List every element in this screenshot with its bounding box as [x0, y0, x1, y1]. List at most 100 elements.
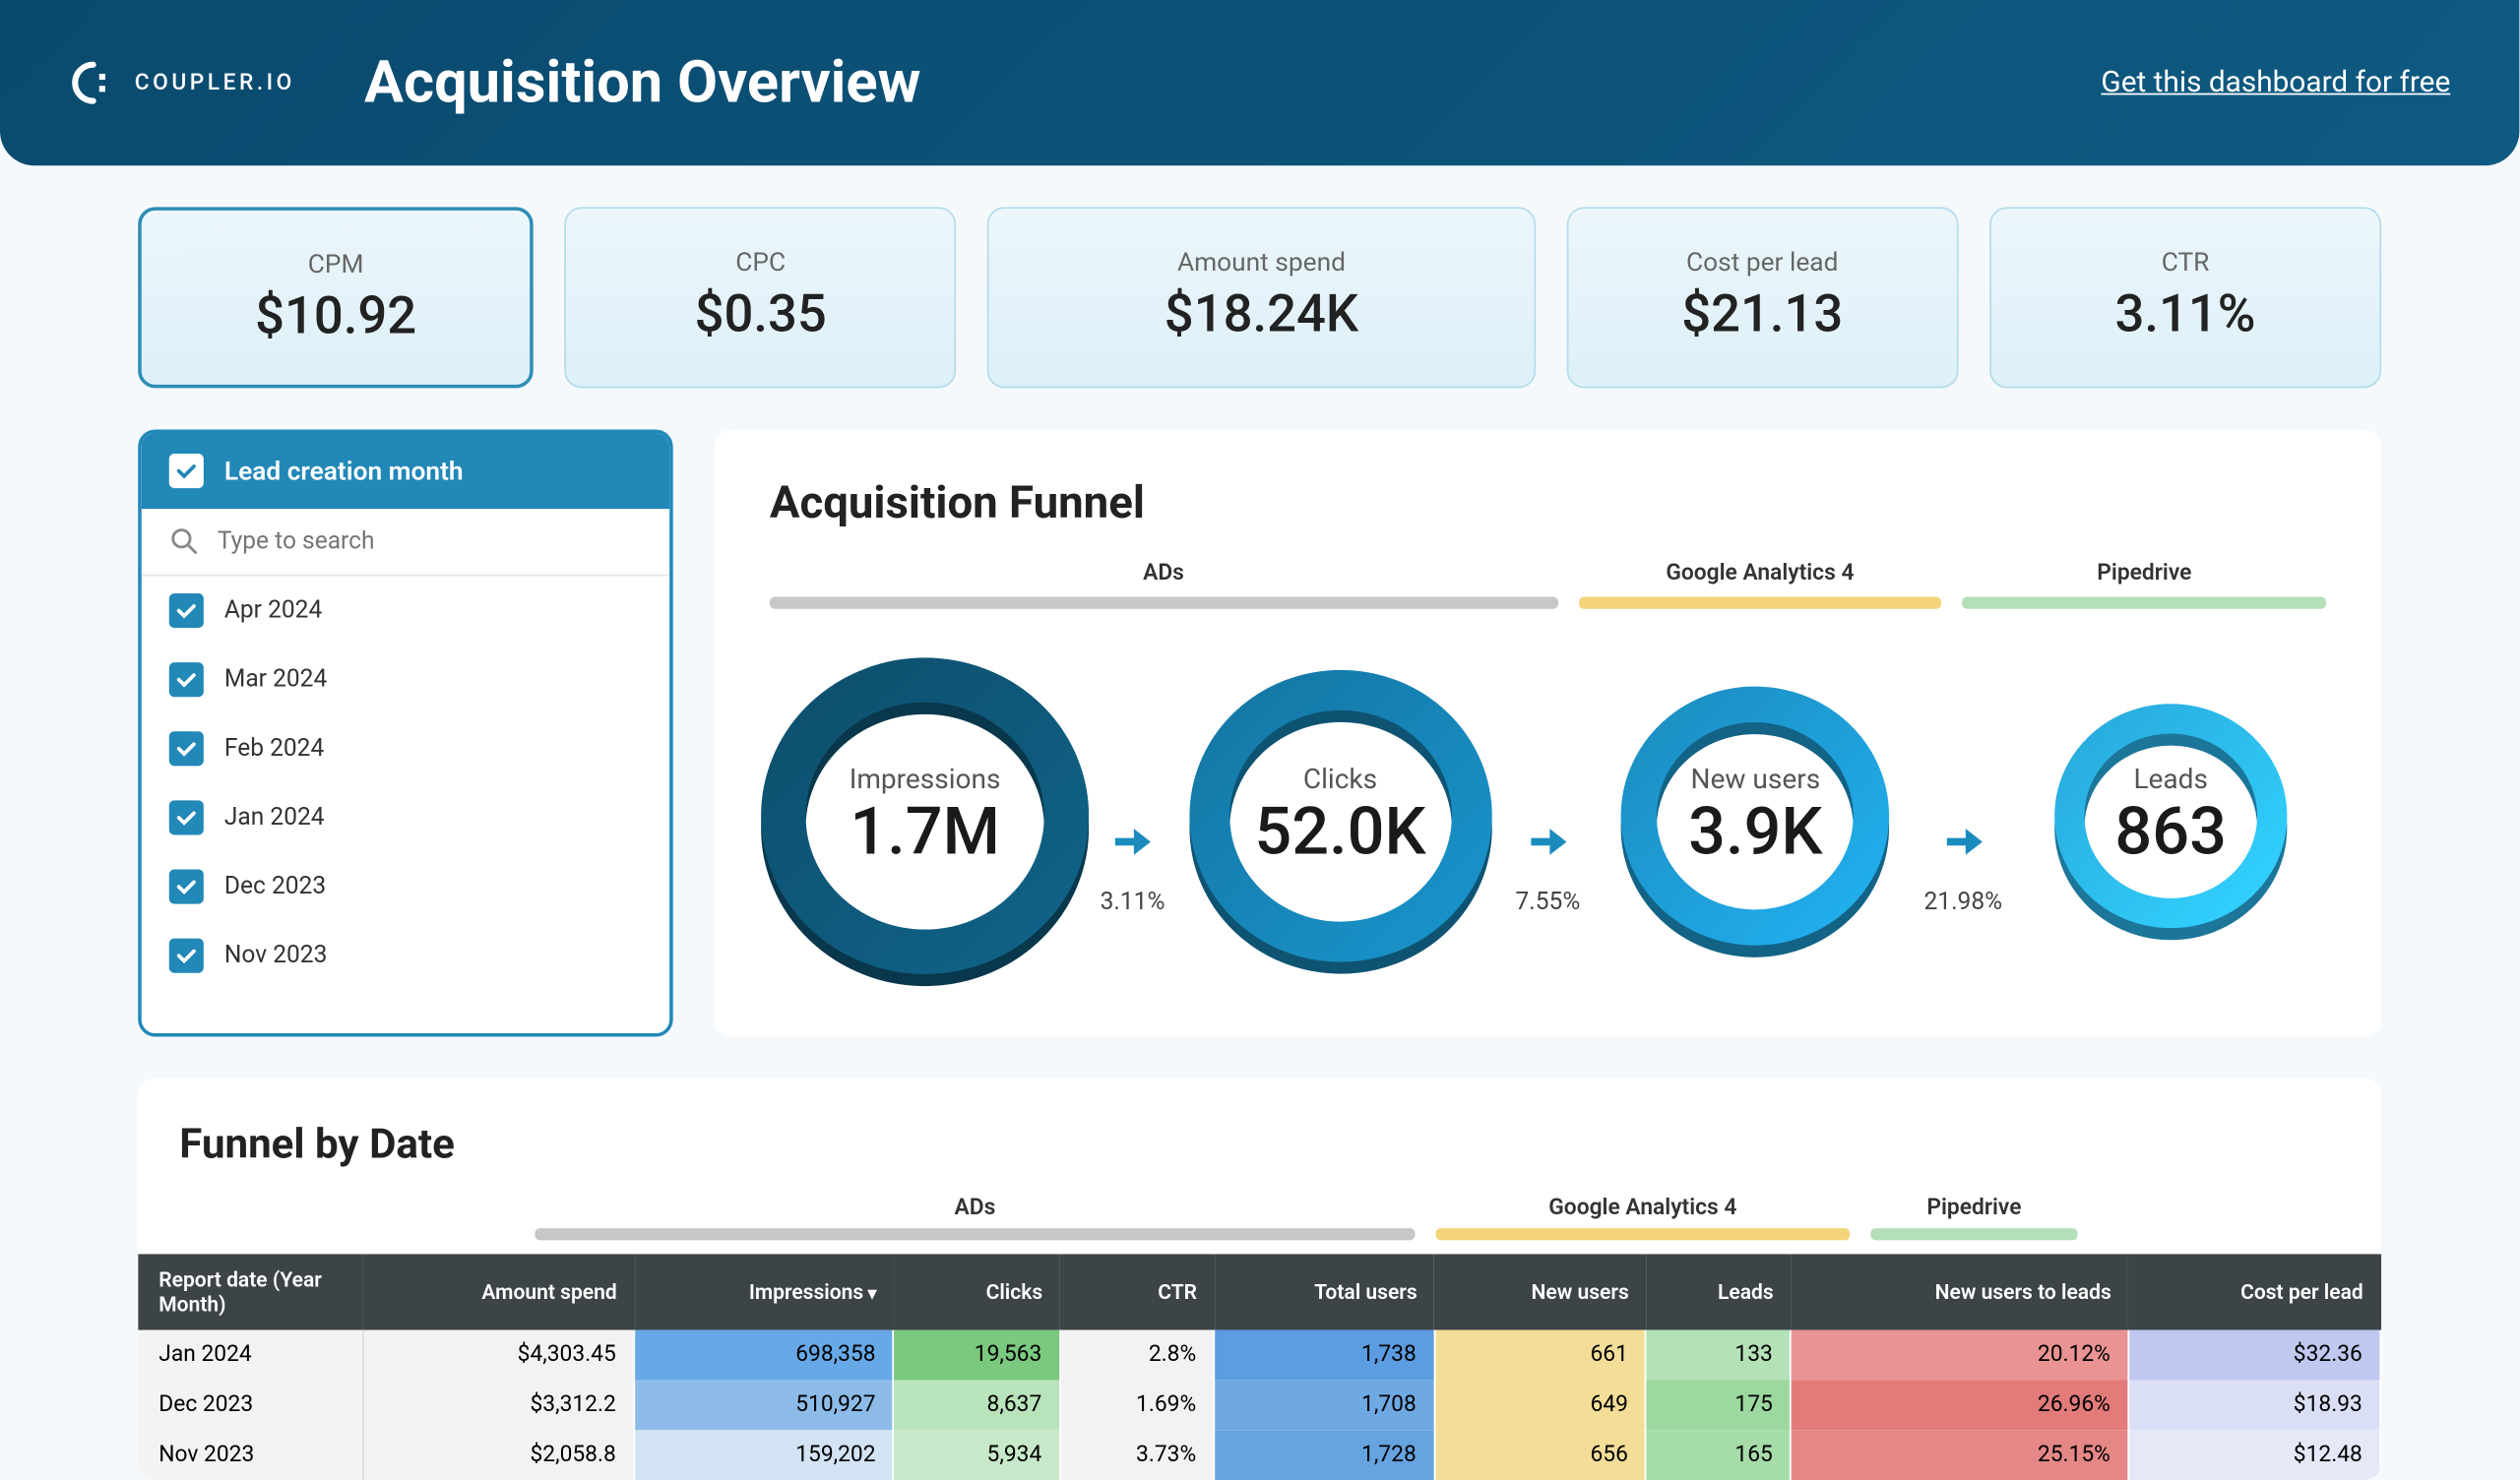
- table-cell: $18.93: [2128, 1380, 2380, 1430]
- table-cell: $2,058.8: [362, 1430, 634, 1480]
- table-cell: 510,927: [634, 1380, 894, 1430]
- get-dashboard-link[interactable]: Get this dashboard for free: [2101, 66, 2450, 100]
- table-row: Nov 2023$2,058.8159,2025,9343.73%1,72865…: [138, 1430, 2380, 1480]
- filter-item[interactable]: Mar 2024: [142, 646, 669, 714]
- table-cell: 159,202: [634, 1430, 894, 1480]
- column-header[interactable]: Amount spend: [362, 1254, 634, 1329]
- filter-item-label: Jan 2024: [224, 804, 325, 832]
- logo-text: COUPLER.IO: [135, 70, 295, 95]
- kpi-card-amount-spend[interactable]: Amount spend $18.24K: [987, 207, 1535, 388]
- kpi-label: Amount spend: [989, 247, 1534, 278]
- filter-item[interactable]: Nov 2023: [142, 921, 669, 990]
- funnel-arrow: 21.98%: [1940, 820, 1985, 865]
- table-row: Jan 2024$4,303.45698,35819,5632.8%1,7386…: [138, 1330, 2380, 1381]
- funnel-tab-ads: ADs: [770, 561, 1557, 609]
- table-cell: 19,563: [894, 1330, 1060, 1381]
- checkbox-icon[interactable]: [169, 870, 204, 904]
- checkbox-icon[interactable]: [169, 731, 204, 766]
- kpi-card-ctr[interactable]: CTR3.11%: [1989, 207, 2381, 388]
- funnel-table: Report date (Year Month)Amount spendImpr…: [138, 1254, 2381, 1480]
- filter-item[interactable]: Jan 2024: [142, 783, 669, 852]
- table-cell: 698,358: [634, 1330, 894, 1381]
- table-cell: $3,312.2: [362, 1380, 634, 1430]
- table-cell: 656: [1434, 1430, 1646, 1480]
- funnel-step-label: Clicks: [1303, 762, 1377, 794]
- search-icon: [169, 526, 201, 558]
- column-header[interactable]: Cost per lead: [2128, 1254, 2380, 1329]
- table-cell: 165: [1646, 1430, 1791, 1480]
- table-head-tab-bar: [1870, 1228, 2077, 1240]
- filter-item[interactable]: Dec 2023: [142, 852, 669, 921]
- filter-header[interactable]: Lead creation month: [142, 433, 669, 509]
- table-head-tab-label: Pipedrive: [1870, 1196, 2077, 1221]
- filter-item-label: Apr 2024: [224, 597, 322, 625]
- checkbox-icon[interactable]: [169, 800, 204, 834]
- kpi-value: $18.24K: [989, 284, 1534, 344]
- filter-item-label: Feb 2024: [224, 735, 324, 763]
- table-cell: 25.15%: [1791, 1430, 2128, 1480]
- arrow-right-icon: [1940, 820, 1985, 865]
- brand: COUPLER.IO Acquisition Overview: [69, 48, 920, 117]
- table-title: Funnel by Date: [138, 1120, 2381, 1196]
- logo: COUPLER.IO: [69, 59, 295, 107]
- funnel-transition-pct: 3.11%: [1101, 889, 1166, 916]
- checkbox-icon[interactable]: [169, 593, 204, 628]
- table-cell: Nov 2023: [138, 1430, 362, 1480]
- column-header[interactable]: Report date (Year Month): [138, 1254, 362, 1329]
- column-header[interactable]: New users: [1434, 1254, 1646, 1329]
- funnel-tab-bar: [770, 597, 1557, 609]
- kpi-card-cpc[interactable]: CPC$0.35: [565, 207, 957, 388]
- column-header[interactable]: Clicks: [894, 1254, 1060, 1329]
- funnel-tab-label: Google Analytics 4: [1578, 561, 1941, 586]
- funnel-tab-google-analytics-4: Google Analytics 4: [1578, 561, 1941, 609]
- table-head-tab: Google Analytics 4: [1435, 1196, 1850, 1241]
- table-cell: 1,728: [1215, 1430, 1435, 1480]
- table-cell: 8,637: [894, 1380, 1060, 1430]
- funnel-step-impressions: Impressions1.7M: [770, 644, 1081, 989]
- funnel-card: Acquisition Funnel ADs Google Analytics 4…: [715, 429, 2381, 1036]
- funnel-step-label: New users: [1690, 762, 1820, 794]
- filter-item[interactable]: Apr 2024: [142, 577, 669, 646]
- funnel-step-leads: Leads863: [2015, 644, 2326, 989]
- table-head-tab: ADs: [535, 1196, 1415, 1241]
- table-cell: $32.36: [2128, 1330, 2380, 1381]
- table-cell: 20.12%: [1791, 1330, 2128, 1381]
- kpi-value: 3.11%: [1991, 284, 2380, 344]
- table-cell: Dec 2023: [138, 1380, 362, 1430]
- content: CPM$10.92CPC$0.35 Amount spend $18.24K Cost…: [0, 165, 2519, 1480]
- kpi-label: CPM: [142, 248, 531, 279]
- checkbox-all-icon[interactable]: [169, 454, 204, 488]
- table-cell: 1.69%: [1060, 1380, 1215, 1430]
- funnel-step-new-users: New users3.9K: [1601, 644, 1912, 989]
- funnel-title: Acquisition Funnel: [770, 478, 2326, 530]
- table-head-tab-label: ADs: [535, 1196, 1415, 1221]
- column-header[interactable]: Total users: [1215, 1254, 1435, 1329]
- table-card: Funnel by Date ADs Google Analytics 4 Pipe…: [138, 1079, 2381, 1480]
- page-title: Acquisition Overview: [364, 48, 920, 117]
- funnel-step-clicks: Clicks52.0K: [1185, 644, 1496, 989]
- funnel-tab-bar: [1963, 597, 2326, 609]
- kpi-card-cost-per-lead[interactable]: Cost per lead$21.13: [1566, 207, 1958, 388]
- column-header[interactable]: Impressions: [634, 1254, 894, 1329]
- funnel-step-value: 52.0K: [1254, 794, 1425, 870]
- table-head-tab-bar: [535, 1228, 1415, 1240]
- filter-search[interactable]: [142, 509, 669, 576]
- arrow-right-icon: [1526, 820, 1571, 865]
- table-cell: 26.96%: [1791, 1380, 2128, 1430]
- kpi-value: $21.13: [1568, 284, 1957, 344]
- kpi-row: CPM$10.92CPC$0.35 Amount spend $18.24K Cost…: [138, 207, 2381, 388]
- table-cell: Jan 2024: [138, 1330, 362, 1381]
- funnel-step-value: 3.9K: [1688, 794, 1822, 870]
- filter-item-label: Dec 2023: [224, 873, 326, 900]
- table-head-tab: Pipedrive: [1870, 1196, 2077, 1241]
- column-header[interactable]: CTR: [1060, 1254, 1215, 1329]
- funnel-transition-pct: 7.55%: [1515, 889, 1580, 916]
- checkbox-icon[interactable]: [169, 662, 204, 697]
- checkbox-icon[interactable]: [169, 939, 204, 973]
- search-input[interactable]: [218, 527, 642, 555]
- kpi-card-cpm[interactable]: CPM$10.92: [138, 207, 534, 388]
- table-cell: 1,738: [1215, 1330, 1435, 1381]
- column-header[interactable]: Leads: [1646, 1254, 1791, 1329]
- filter-item[interactable]: Feb 2024: [142, 714, 669, 783]
- column-header[interactable]: New users to leads: [1791, 1254, 2128, 1329]
